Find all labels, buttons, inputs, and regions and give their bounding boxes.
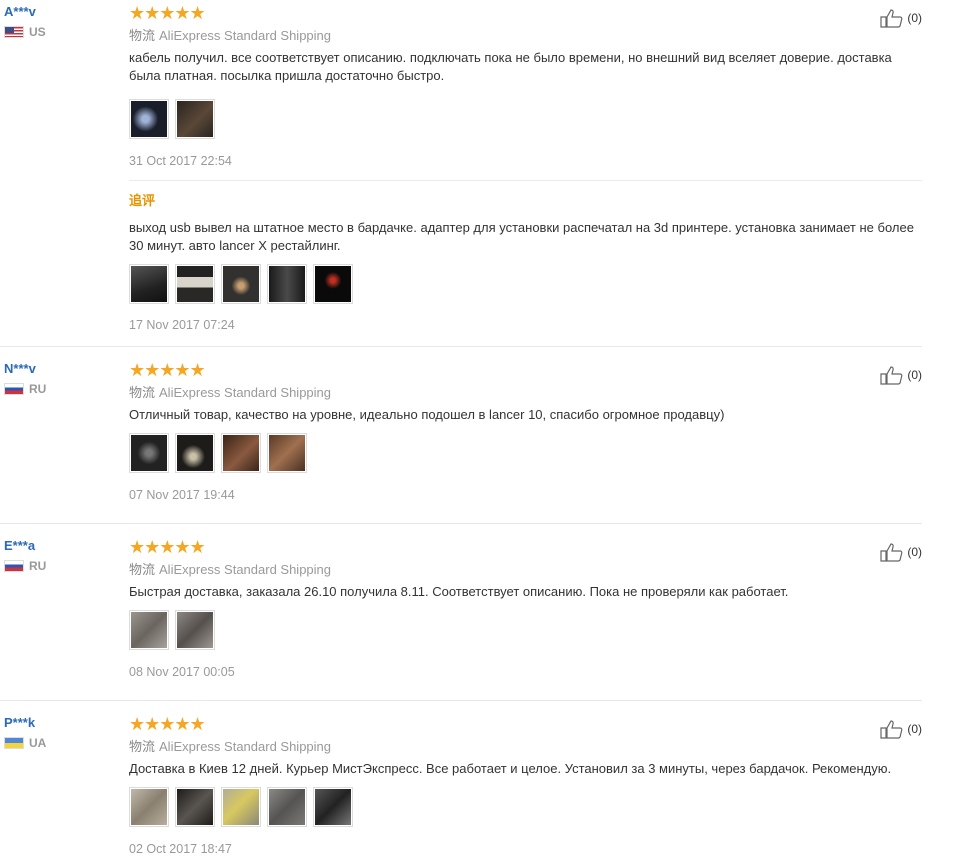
review-photo[interactable] bbox=[267, 433, 307, 473]
review-photo[interactable] bbox=[267, 264, 307, 304]
review-photos bbox=[129, 787, 925, 827]
reviewer-info: E***a RU bbox=[4, 538, 46, 573]
shipping-method: 物流 AliExpress Standard Shipping bbox=[129, 562, 925, 578]
reviewer-name[interactable]: E***a bbox=[4, 538, 46, 554]
review-text: Доставка в Киев 12 дней. Курьер МистЭксп… bbox=[129, 761, 892, 776]
review-photo[interactable] bbox=[175, 787, 215, 827]
country-code: UA bbox=[29, 736, 47, 750]
review-photo[interactable] bbox=[175, 99, 215, 139]
review-photo[interactable] bbox=[175, 610, 215, 650]
country-code: RU bbox=[29, 559, 47, 573]
review-date: 08 Nov 2017 00:05 bbox=[129, 665, 235, 679]
shipping-label: 物流 bbox=[129, 739, 156, 754]
review-photo[interactable] bbox=[221, 264, 261, 304]
shipping-label: 物流 bbox=[129, 562, 156, 577]
shipping-method: 物流 AliExpress Standard Shipping bbox=[129, 28, 925, 44]
review-content: ★★★★★ 物流 AliExpress Standard Shipping Отл… bbox=[129, 361, 925, 503]
reviewer-name[interactable]: N***v bbox=[4, 361, 46, 377]
review-photo[interactable] bbox=[267, 787, 307, 827]
review-item: P***k UA (0) ★★★★★ 物流 AliExpress Standard… bbox=[0, 715, 925, 867]
reviewer-name[interactable]: P***k bbox=[4, 715, 46, 731]
review-photos bbox=[129, 610, 925, 650]
review-photos bbox=[129, 99, 925, 139]
shipping-name: AliExpress Standard Shipping bbox=[159, 739, 332, 754]
review-item: A***v US (0) ★★★★★ 物流 AliExpress Standard… bbox=[0, 4, 925, 347]
review-date: 02 Oct 2017 18:47 bbox=[129, 842, 232, 856]
append-review-photos bbox=[129, 264, 925, 304]
review-item: N***v RU (0) ★★★★★ 物流 AliExpress Standard… bbox=[0, 361, 925, 524]
country-code: US bbox=[29, 25, 46, 39]
us-flag-icon bbox=[4, 26, 24, 38]
shipping-name: AliExpress Standard Shipping bbox=[159, 385, 332, 400]
reviewer-info: P***k UA bbox=[4, 715, 46, 750]
review-photos bbox=[129, 433, 925, 473]
reviewer-info: N***v RU bbox=[4, 361, 46, 396]
review-content: ★★★★★ 物流 AliExpress Standard Shipping Дос… bbox=[129, 715, 925, 857]
shipping-label: 物流 bbox=[129, 28, 156, 43]
reviewer-country: RU bbox=[4, 382, 46, 396]
review-photo[interactable] bbox=[221, 433, 261, 473]
review-text: кабель получил. все соответствует описан… bbox=[129, 50, 892, 83]
star-rating: ★★★★★ bbox=[129, 537, 206, 557]
review-photo[interactable] bbox=[129, 433, 169, 473]
reviewer-country: US bbox=[4, 25, 46, 39]
review-content: ★★★★★ 物流 AliExpress Standard Shipping Быс… bbox=[129, 538, 925, 680]
review-text: Быстрая доставка, заказала 26.10 получил… bbox=[129, 584, 789, 599]
shipping-name: AliExpress Standard Shipping bbox=[159, 562, 332, 577]
reviewer-country: UA bbox=[4, 736, 46, 750]
review-photo[interactable] bbox=[313, 264, 353, 304]
review-photo[interactable] bbox=[129, 787, 169, 827]
review-photo[interactable] bbox=[175, 433, 215, 473]
review-photo[interactable] bbox=[313, 787, 353, 827]
reviewer-name[interactable]: A***v bbox=[4, 4, 46, 20]
review-photo[interactable] bbox=[221, 787, 261, 827]
shipping-name: AliExpress Standard Shipping bbox=[159, 28, 332, 43]
shipping-method: 物流 AliExpress Standard Shipping bbox=[129, 385, 925, 401]
review-divider bbox=[0, 346, 922, 347]
country-code: RU bbox=[29, 382, 47, 396]
ua-flag-icon bbox=[4, 737, 24, 749]
append-review-title: 追评 bbox=[129, 193, 156, 208]
review-content: ★★★★★ 物流 AliExpress Standard Shipping каб… bbox=[129, 4, 925, 333]
append-review-text: выход usb вывел на штатное место в барда… bbox=[129, 220, 914, 253]
review-photo[interactable] bbox=[129, 610, 169, 650]
star-rating: ★★★★★ bbox=[129, 360, 206, 380]
review-date: 07 Nov 2017 19:44 bbox=[129, 488, 235, 502]
shipping-method: 物流 AliExpress Standard Shipping bbox=[129, 739, 925, 755]
reviewer-country: RU bbox=[4, 559, 46, 573]
ru-flag-icon bbox=[4, 560, 24, 572]
review-date: 31 Oct 2017 22:54 bbox=[129, 154, 232, 168]
reviewer-info: A***v US bbox=[4, 4, 46, 39]
append-review-date: 17 Nov 2017 07:24 bbox=[129, 318, 235, 332]
shipping-label: 物流 bbox=[129, 385, 156, 400]
review-photo[interactable] bbox=[129, 99, 169, 139]
review-photo[interactable] bbox=[129, 264, 169, 304]
review-photo[interactable] bbox=[175, 264, 215, 304]
ru-flag-icon bbox=[4, 383, 24, 395]
star-rating: ★★★★★ bbox=[129, 3, 206, 23]
review-item: E***a RU (0) ★★★★★ 物流 AliExpress Standard… bbox=[0, 538, 925, 701]
append-divider bbox=[129, 180, 922, 181]
star-rating: ★★★★★ bbox=[129, 714, 206, 734]
review-text: Отличный товар, качество на уровне, идеа… bbox=[129, 407, 725, 422]
review-divider bbox=[0, 523, 922, 524]
review-divider bbox=[0, 700, 922, 701]
